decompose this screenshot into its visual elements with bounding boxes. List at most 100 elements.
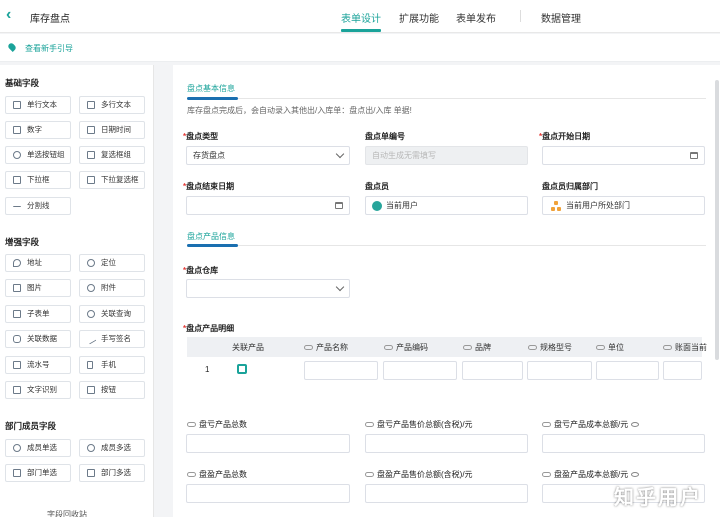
guide-link[interactable]: 查看新手引导 [25, 43, 73, 54]
product-name-cell[interactable] [304, 361, 378, 380]
field-location[interactable]: 定位 [79, 254, 145, 272]
field-multi-dropdown[interactable]: 下拉复选框 [79, 171, 145, 189]
column-header: 产品名称 [304, 342, 348, 353]
calendar-icon [690, 152, 698, 159]
field-address[interactable]: 地址 [5, 254, 71, 272]
field-related-data[interactable]: 关联数据 [5, 330, 71, 348]
product-picker-icon[interactable] [237, 364, 247, 374]
tab-data-management[interactable]: 数据管理 [541, 10, 581, 25]
serial-icon [13, 361, 21, 369]
chevron-left-icon[interactable]: ‹ [6, 7, 20, 24]
section-divider [238, 98, 706, 99]
page-title: 库存盘点 [30, 14, 70, 25]
divider-icon [13, 206, 21, 214]
field-dept-single[interactable]: 部门单选 [5, 464, 71, 482]
field-member-multi[interactable]: 成员多选 [79, 439, 145, 457]
product-detail-table: 关联产品 产品名称 产品编码 品牌 规格型号 单位 账面当前 1 [187, 337, 707, 382]
label-loss-cost: 盘亏产品成本总额/元 [542, 419, 640, 430]
link-icon [596, 345, 605, 351]
column-header: 规格型号 [528, 342, 572, 353]
field-single-line-text[interactable]: 单行文本 [5, 96, 71, 114]
start-date-picker[interactable] [542, 146, 705, 165]
book-stock-cell[interactable] [663, 361, 702, 380]
field-signature[interactable]: 手写签名 [79, 330, 145, 348]
tab-form-publish[interactable]: 表单发布 [456, 10, 496, 25]
label-detail: *盘点产品明细 [183, 324, 235, 333]
location-pin-icon [13, 259, 21, 267]
field-ocr[interactable]: 文字识别 [5, 381, 71, 399]
scrollbar[interactable] [715, 80, 719, 360]
brand-cell[interactable] [462, 361, 523, 380]
text-block-icon [87, 101, 95, 109]
field-checkbox-group[interactable]: 复选框组 [79, 146, 145, 164]
field-serial-number[interactable]: 流水号 [5, 356, 71, 374]
pen-icon [85, 333, 97, 345]
loss-cost-field[interactable] [542, 434, 705, 453]
number-field: 自动生成无需填写 [365, 146, 528, 165]
org-multi-icon [87, 469, 95, 477]
label-loss-price: 盘亏产品售价总额(含税)/元 [365, 419, 473, 430]
column-header: 产品编码 [384, 342, 428, 353]
column-header: 账面当前 [663, 342, 707, 353]
section-title-products: 盘点产品信息 [187, 232, 235, 241]
column-header: 关联产品 [232, 343, 264, 352]
crosshair-icon [87, 259, 95, 267]
field-divider[interactable]: 分割线 [5, 197, 71, 215]
field-recycle-bin[interactable]: 字段回收站 [47, 509, 87, 517]
product-code-cell[interactable] [383, 361, 457, 380]
gain-price-field[interactable] [365, 484, 528, 503]
field-dropdown[interactable]: 下拉框 [5, 171, 71, 189]
link-icon [528, 345, 537, 351]
unit-cell[interactable] [596, 361, 659, 380]
form-canvas: 盘点基本信息 库存盘点完成后，会自动录入其他出/入库单：盘点出/入库 单据! *… [155, 65, 720, 517]
section-marker [187, 97, 238, 100]
field-phone[interactable]: 手机 [79, 356, 145, 374]
field-sidebar: 基础字段 单行文本 多行文本 数字 日期时间 单选按钮组 复选框组 下拉框 下拉… [0, 65, 154, 517]
field-number[interactable]: 数字 [5, 121, 71, 139]
link-icon [304, 345, 313, 351]
tab-extensions[interactable]: 扩展功能 [399, 10, 439, 25]
tab-form-design[interactable]: 表单设计 [341, 10, 381, 25]
eye-icon [631, 472, 640, 478]
field-dept-multi[interactable]: 部门多选 [79, 464, 145, 482]
gain-total-field[interactable] [186, 484, 350, 503]
form-hint: 库存盘点完成后，会自动录入其他出/入库单：盘点出/入库 单据! [187, 106, 412, 115]
table-icon [13, 310, 21, 318]
field-related-query[interactable]: 关联查询 [79, 305, 145, 323]
ocr-icon [13, 386, 21, 394]
field-radio-group[interactable]: 单选按钮组 [5, 146, 71, 164]
spec-cell[interactable] [527, 361, 592, 380]
org-chart-icon [551, 201, 561, 211]
type-select[interactable]: 存货盘点 [186, 146, 350, 165]
field-multi-line-text[interactable]: 多行文本 [79, 96, 145, 114]
link-icon [463, 345, 472, 351]
active-tab-indicator [341, 29, 381, 32]
loss-total-field[interactable] [186, 434, 350, 453]
label-start-date: *盘点开始日期 [539, 132, 591, 141]
field-attachment[interactable]: 附件 [79, 279, 145, 297]
member-select[interactable]: 当前用户 [365, 196, 528, 215]
checkbox-icon [87, 151, 95, 159]
label-member: 盘点员 [365, 182, 389, 191]
field-datetime[interactable]: 日期时间 [79, 121, 145, 139]
search-icon [87, 310, 95, 318]
label-gain-price: 盘盈产品售价总额(含税)/元 [365, 469, 473, 480]
end-date-picker[interactable] [186, 196, 350, 215]
label-number: 盘点单编号 [365, 132, 405, 141]
users-icon [87, 444, 95, 452]
warehouse-select[interactable] [186, 279, 350, 298]
field-member-single[interactable]: 成员单选 [5, 439, 71, 457]
loss-price-field[interactable] [365, 434, 528, 453]
button-icon [87, 386, 95, 394]
field-subform[interactable]: 子表单 [5, 305, 71, 323]
label-gain-total: 盘盈产品总数 [187, 469, 247, 480]
field-image[interactable]: 图片 [5, 279, 71, 297]
field-button[interactable]: 按钮 [79, 381, 145, 399]
section-title-basic: 盘点基本信息 [187, 84, 235, 93]
dept-select[interactable]: 当前用户所处部门 [542, 196, 705, 215]
section-marker [187, 244, 238, 247]
radio-icon [13, 151, 21, 159]
user-avatar-icon [372, 201, 382, 211]
label-gain-cost: 盘盈产品成本总额/元 [542, 469, 640, 480]
chevron-down-icon [335, 149, 345, 159]
